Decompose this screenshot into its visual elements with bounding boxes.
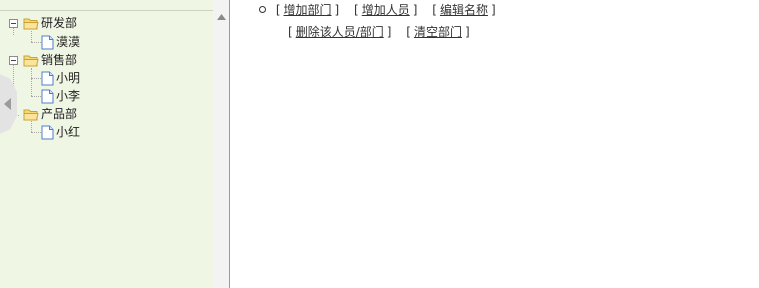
tree-connector <box>31 96 41 97</box>
document-icon <box>41 125 54 140</box>
folder-open-icon <box>23 17 39 30</box>
folder-open-icon <box>23 108 39 121</box>
panel-collapse-handle[interactable] <box>0 74 17 134</box>
edit-name-link[interactable]: 编辑名称 <box>440 3 488 17</box>
tree-node-label: 漠漠 <box>56 35 81 49</box>
collapse-toggle-icon[interactable] <box>9 19 18 28</box>
tree-connector <box>13 28 14 35</box>
department-tree-panel: 研发部 漠漠 销售部 小明 小李 产品部 小红 <box>0 0 230 288</box>
tree-node-label: 产品部 <box>41 107 78 121</box>
document-icon <box>41 35 54 50</box>
scroll-up-icon[interactable] <box>213 10 229 24</box>
tree-scrollbar[interactable] <box>213 0 229 288</box>
actions-row-secondary: [删除该人员/部门] [清空部门] <box>288 23 481 41</box>
tree-connector <box>31 78 41 79</box>
add-person-link[interactable]: 增加人员 <box>362 3 410 17</box>
add-department-link[interactable]: 增加部门 <box>284 3 332 17</box>
add-department-action: [增加部门] <box>275 3 340 17</box>
tree-node-person-momo[interactable]: 漠漠 <box>41 34 80 51</box>
collapse-toggle-icon[interactable] <box>9 56 18 65</box>
tree-connector <box>31 68 32 96</box>
tree-node-person-xiaoming[interactable]: 小明 <box>41 70 80 87</box>
document-icon <box>41 71 54 86</box>
add-person-action: [增加人员] <box>354 3 418 17</box>
tree-node-person-xiaoli[interactable]: 小李 <box>41 88 80 105</box>
actions-row-primary: [增加部门] [增加人员] [编辑名称] <box>259 1 507 19</box>
folder-open-icon <box>23 54 39 67</box>
tree-node-rd-department[interactable]: 研发部 <box>23 15 77 32</box>
delete-item-link[interactable]: 删除该人员/部门 <box>296 25 384 39</box>
tree-node-label: 销售部 <box>41 53 78 67</box>
delete-item-action: [删除该人员/部门] <box>288 25 392 39</box>
tree-node-label: 小李 <box>56 89 81 103</box>
edit-name-action: [编辑名称] <box>432 3 496 17</box>
tree-node-label: 研发部 <box>41 16 78 30</box>
document-icon <box>41 89 54 104</box>
tree-node-label: 小红 <box>56 125 81 139</box>
tree-node-sales-department[interactable]: 销售部 <box>23 52 77 69</box>
tree-node-person-xiaohong[interactable]: 小红 <box>41 124 80 141</box>
clear-department-action: [清空部门] <box>406 25 470 39</box>
tree-node-product-department[interactable]: 产品部 <box>23 106 77 123</box>
chevron-left-icon <box>4 98 11 110</box>
tree-connector <box>31 31 32 42</box>
tree-node-label: 小明 <box>56 71 81 85</box>
tree-connector <box>31 132 41 133</box>
tree-connector <box>31 42 41 43</box>
clear-department-link[interactable]: 清空部门 <box>414 25 462 39</box>
bullet-icon <box>259 6 266 13</box>
